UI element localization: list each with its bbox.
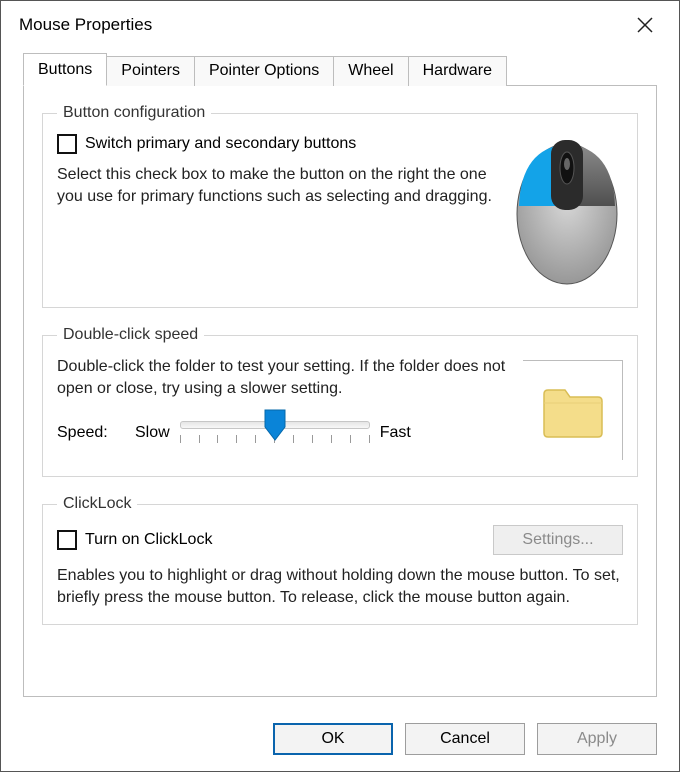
slider-thumb-icon bbox=[264, 409, 286, 441]
cancel-button[interactable]: Cancel bbox=[405, 723, 525, 755]
double-click-speed-slider[interactable] bbox=[180, 413, 370, 453]
double-click-description: Double-click the folder to test your set… bbox=[57, 356, 507, 399]
tab-pointer-options[interactable]: Pointer Options bbox=[194, 56, 334, 86]
group-legend: Button configuration bbox=[57, 104, 211, 122]
ok-button[interactable]: OK bbox=[273, 723, 393, 755]
tab-wheel[interactable]: Wheel bbox=[333, 56, 408, 86]
close-icon bbox=[637, 17, 653, 33]
clicklock-label: Turn on ClickLock bbox=[85, 531, 212, 549]
group-clicklock: ClickLock Turn on ClickLock Settings... … bbox=[42, 495, 638, 625]
close-button[interactable] bbox=[625, 11, 665, 39]
slow-label: Slow bbox=[135, 424, 170, 442]
dialog-button-bar: OK Cancel Apply bbox=[1, 709, 679, 771]
dialog-content: Buttons Pointers Pointer Options Wheel H… bbox=[1, 45, 679, 709]
mouse-image bbox=[511, 134, 623, 291]
tab-panel-buttons: Button configuration Switch primary and … bbox=[23, 85, 657, 697]
tab-pointers[interactable]: Pointers bbox=[106, 56, 195, 86]
apply-button: Apply bbox=[537, 723, 657, 755]
tab-buttons[interactable]: Buttons bbox=[23, 53, 107, 86]
clicklock-toggle-row[interactable]: Turn on ClickLock bbox=[57, 530, 212, 550]
mouse-icon bbox=[511, 134, 623, 286]
double-click-test-folder[interactable] bbox=[523, 360, 623, 460]
clicklock-settings-button: Settings... bbox=[493, 525, 623, 555]
group-legend: Double-click speed bbox=[57, 326, 204, 344]
tab-strip: Buttons Pointers Pointer Options Wheel H… bbox=[23, 53, 657, 85]
switch-buttons-checkbox[interactable] bbox=[57, 134, 77, 154]
titlebar: Mouse Properties bbox=[1, 1, 679, 45]
switch-buttons-label: Switch primary and secondary buttons bbox=[85, 135, 356, 153]
button-config-description: Select this check box to make the button… bbox=[57, 164, 495, 207]
group-button-configuration: Button configuration Switch primary and … bbox=[42, 104, 638, 308]
speed-row: Speed: Slow Fast bbox=[57, 413, 507, 453]
switch-buttons-row[interactable]: Switch primary and secondary buttons bbox=[57, 134, 495, 154]
folder-icon bbox=[540, 383, 606, 439]
group-legend: ClickLock bbox=[57, 495, 137, 513]
clicklock-checkbox[interactable] bbox=[57, 530, 77, 550]
fast-label: Fast bbox=[380, 424, 411, 442]
tab-hardware[interactable]: Hardware bbox=[408, 56, 507, 86]
clicklock-description: Enables you to highlight or drag without… bbox=[57, 565, 623, 608]
window-title: Mouse Properties bbox=[19, 15, 152, 35]
mouse-properties-dialog: Mouse Properties Buttons Pointers Pointe… bbox=[0, 0, 680, 772]
group-double-click-speed: Double-click speed Double-click the fold… bbox=[42, 326, 638, 477]
speed-label: Speed: bbox=[57, 424, 125, 442]
